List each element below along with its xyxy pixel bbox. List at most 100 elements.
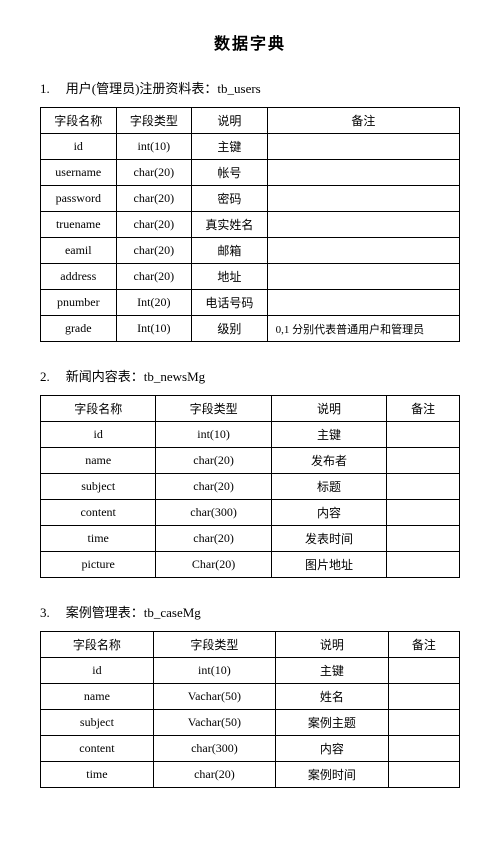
table-3-header-2: 说明 [275,632,388,658]
table-2-cell-1-3 [387,448,460,474]
section-title-1: 1.用户(管理员)注册资料表：tb_users [40,78,460,97]
table-1-cell-2-1: char(20) [116,186,192,212]
table-2-cell-0-2: 主键 [271,422,386,448]
table-2-cell-2-0: subject [41,474,156,500]
table-1-cell-7-0: grade [41,316,117,342]
table-row: gradeInt(10)级别0,1 分别代表普通用户和管理员 [41,316,460,342]
table-1-cell-6-1: Int(20) [116,290,192,316]
table-row: truenamechar(20)真实姓名 [41,212,460,238]
section-number-2: 2. [40,369,50,385]
table-1-cell-5-1: char(20) [116,264,192,290]
table-1-cell-2-2: 密码 [192,186,268,212]
table-row: subjectVachar(50)案例主题 [41,710,460,736]
table-row: pictureChar(20)图片地址 [41,552,460,578]
table-1-header-3: 备注 [267,108,459,134]
table-1-cell-7-1: Int(10) [116,316,192,342]
table-2-cell-1-2: 发布者 [271,448,386,474]
table-2-cell-4-2: 发表时间 [271,526,386,552]
table-3-cell-4-3 [388,762,459,788]
section-2: 2.新闻内容表：tb_newsMg字段名称字段类型说明备注idint(10)主键… [40,366,460,578]
table-3-cell-2-0: subject [41,710,154,736]
table-3-cell-4-0: time [41,762,154,788]
table-row: addresschar(20)地址 [41,264,460,290]
table-3-cell-3-0: content [41,736,154,762]
table-row: idint(10)主键 [41,134,460,160]
table-3-cell-0-1: int(10) [153,658,275,684]
table-1: 字段名称字段类型说明备注idint(10)主键usernamechar(20)帐… [40,107,460,342]
table-1-cell-4-2: 邮箱 [192,238,268,264]
table-row: timechar(20)案例时间 [41,762,460,788]
table-3-header-3: 备注 [388,632,459,658]
table-2-cell-4-0: time [41,526,156,552]
section-number-3: 3. [40,605,50,621]
table-3-cell-4-2: 案例时间 [275,762,388,788]
table-2-cell-5-2: 图片地址 [271,552,386,578]
table-1-cell-1-0: username [41,160,117,186]
table-row: eamilchar(20)邮箱 [41,238,460,264]
table-3-cell-3-2: 内容 [275,736,388,762]
table-1-cell-0-3 [267,134,459,160]
section-name-2: 新闻内容表：tb_newsMg [66,366,205,385]
table-1-cell-5-0: address [41,264,117,290]
table-3-cell-1-0: name [41,684,154,710]
table-2-cell-3-0: content [41,500,156,526]
page-title: 数据字典 [40,30,460,54]
table-3-header-0: 字段名称 [41,632,154,658]
table-2-cell-5-3 [387,552,460,578]
table-3-cell-2-3 [388,710,459,736]
table-1-cell-6-2: 电话号码 [192,290,268,316]
section-1: 1.用户(管理员)注册资料表：tb_users字段名称字段类型说明备注idint… [40,78,460,342]
table-3-cell-1-3 [388,684,459,710]
table-1-cell-3-3 [267,212,459,238]
table-1-cell-5-2: 地址 [192,264,268,290]
table-2-header-0: 字段名称 [41,396,156,422]
table-2-cell-2-2: 标题 [271,474,386,500]
table-1-header-1: 字段类型 [116,108,192,134]
table-2: 字段名称字段类型说明备注idint(10)主键namechar(20)发布者su… [40,395,460,578]
table-1-cell-7-2: 级别 [192,316,268,342]
table-1-cell-4-0: eamil [41,238,117,264]
table-2-header-3: 备注 [387,396,460,422]
table-1-cell-6-0: pnumber [41,290,117,316]
table-row: contentchar(300)内容 [41,736,460,762]
table-row: passwordchar(20)密码 [41,186,460,212]
table-2-cell-1-1: char(20) [156,448,271,474]
table-1-cell-0-2: 主键 [192,134,268,160]
table-3-cell-2-2: 案例主题 [275,710,388,736]
table-2-header-2: 说明 [271,396,386,422]
table-3-cell-0-3 [388,658,459,684]
table-row: timechar(20)发表时间 [41,526,460,552]
table-3-header-1: 字段类型 [153,632,275,658]
table-3-cell-0-2: 主键 [275,658,388,684]
section-title-2: 2. 新闻内容表：tb_newsMg [40,366,460,385]
table-1-cell-3-1: char(20) [116,212,192,238]
section-title-3: 3. 案例管理表：tb_caseMg [40,602,460,621]
table-1-cell-0-0: id [41,134,117,160]
table-row: usernamechar(20)帐号 [41,160,460,186]
table-row: nameVachar(50)姓名 [41,684,460,710]
section-name-1: 用户(管理员)注册资料表：tb_users [66,78,261,97]
table-1-header-2: 说明 [192,108,268,134]
table-2-cell-0-1: int(10) [156,422,271,448]
table-1-cell-2-3 [267,186,459,212]
table-2-cell-2-1: char(20) [156,474,271,500]
table-row: contentchar(300)内容 [41,500,460,526]
table-2-cell-2-3 [387,474,460,500]
table-3-cell-3-3 [388,736,459,762]
table-1-cell-4-3 [267,238,459,264]
table-1-cell-3-0: truename [41,212,117,238]
table-1-cell-7-3: 0,1 分别代表普通用户和管理员 [267,316,459,342]
table-1-cell-1-1: char(20) [116,160,192,186]
table-2-cell-3-2: 内容 [271,500,386,526]
table-1-cell-1-3 [267,160,459,186]
table-1-cell-2-0: password [41,186,117,212]
table-2-cell-3-3 [387,500,460,526]
table-2-cell-0-0: id [41,422,156,448]
table-1-cell-5-3 [267,264,459,290]
table-3-cell-4-1: char(20) [153,762,275,788]
table-3-cell-3-1: char(300) [153,736,275,762]
table-1-cell-3-2: 真实姓名 [192,212,268,238]
table-3: 字段名称字段类型说明备注idint(10)主键nameVachar(50)姓名s… [40,631,460,788]
section-name-3: 案例管理表：tb_caseMg [66,602,201,621]
table-2-cell-4-3 [387,526,460,552]
